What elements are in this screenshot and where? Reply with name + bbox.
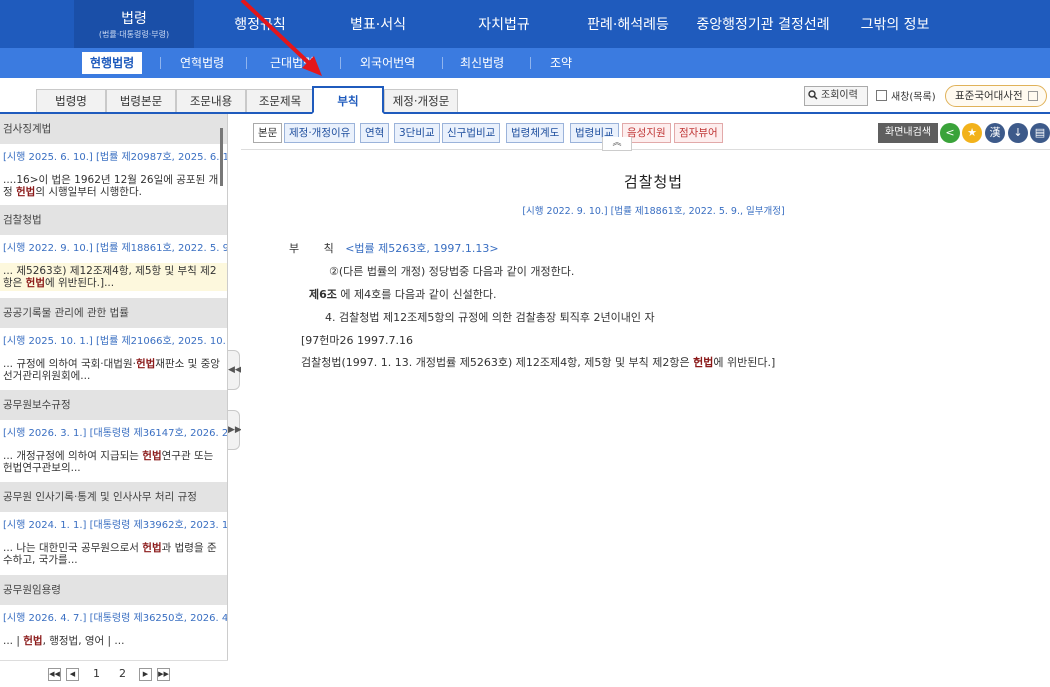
first-page-button[interactable]: ◀◀	[48, 668, 61, 681]
result-meta[interactable]: [시행 2026. 4. 7.] [대통령령 제36250호, 2026. 4	[0, 605, 227, 633]
print-icon[interactable]: ▤	[1030, 123, 1050, 143]
nav-laws-label: 법령	[121, 11, 147, 27]
nav-forms[interactable]: 별표·서식	[338, 0, 418, 48]
tab-law-body[interactable]: 법령본문	[106, 89, 176, 113]
result-title[interactable]: 공공기록물 관리에 관한 법률	[0, 298, 227, 328]
dictionary-label: 표준국어대사전	[955, 90, 1023, 102]
result-title[interactable]: 공무원보수규정	[0, 390, 227, 420]
tab-article-title[interactable]: 조문제목	[246, 89, 314, 113]
share-icon[interactable]: <	[940, 123, 960, 143]
result-meta[interactable]: [시행 2025. 10. 1.] [법률 제21066호, 2025. 10.…	[0, 328, 227, 356]
result-meta[interactable]: [시행 2022. 9. 10.] [법률 제18861호, 2022. 5. …	[0, 235, 227, 263]
result-list: 검사징계법 [시행 2025. 6. 10.] [법률 제20987호, 202…	[0, 114, 228, 687]
list-item[interactable]: 공무원 인사기록·통계 및 인사사무 처리 규정 [시행 2024. 1. 1.…	[0, 482, 227, 568]
external-link-icon	[1028, 91, 1038, 101]
new-window-checkbox[interactable]: 새창(목록)	[876, 88, 936, 103]
subnav-divider	[160, 57, 161, 69]
dictionary-button[interactable]: 표준국어대사전	[945, 85, 1047, 107]
download-icon[interactable]: ↓	[1008, 123, 1028, 143]
result-snippet[interactable]: ....16>이 법은 1962년 12월 26일에 공포된 개정 헌법의 시행…	[0, 172, 227, 200]
document-view: 검찰청법 [시행 2022. 9. 10.] [법률 제18861호, 2022…	[241, 151, 1050, 687]
result-title[interactable]: 공무원임용령	[0, 575, 227, 605]
tab-law-name[interactable]: 법령명	[36, 89, 106, 113]
nav-precedents[interactable]: 판례·해석례등	[578, 0, 678, 48]
braille-viewer-button[interactable]: 점자뷰어	[674, 123, 723, 143]
document-meta: [시행 2022. 9. 10.] [법률 제18861호, 2022. 5. …	[522, 206, 785, 217]
nav-other-info[interactable]: 그밖의 정보	[852, 0, 938, 48]
top-navigation: 법령 (법률·대통령령·부령) 행정규칙 별표·서식 자치법규 판례·해석례등 …	[0, 0, 1050, 48]
result-snippet-selected[interactable]: ... 제5263호) 제12조제4항, 제5항 및 부칙 제2항은 헌법에 위…	[0, 263, 227, 291]
new-window-label: 새창(목록)	[891, 92, 936, 103]
subnav-divider	[246, 57, 247, 69]
law-system-button[interactable]: 법령체계도	[506, 123, 565, 143]
subnav-divider	[530, 57, 531, 69]
collapse-panel-handle[interactable]: ◀◀	[228, 350, 242, 390]
page-2[interactable]: 2	[119, 667, 126, 680]
expand-panel-handle[interactable]: ▶▶	[228, 410, 242, 450]
subnav-divider	[340, 57, 341, 69]
subnav-historical-laws[interactable]: 연혁법령	[172, 52, 232, 74]
result-title[interactable]: 공무원 인사기록·통계 및 인사사무 처리 규정	[0, 482, 227, 512]
result-snippet[interactable]: ... | 헌법, 행정법, 영어 | ...	[0, 633, 227, 661]
subnav-treaties[interactable]: 조약	[542, 52, 580, 74]
sub-navigation: 현행법령 연혁법령 근대법령 외국어번역 최신법령 조약	[0, 48, 1050, 78]
reason-button[interactable]: 제정·개정이유	[284, 123, 356, 143]
screen-search-button[interactable]: 화면내검색	[878, 123, 938, 143]
nav-laws[interactable]: 법령 (법률·대통령령·부령)	[74, 0, 194, 48]
document-title: 검찰청법	[623, 173, 684, 191]
tab-article-content[interactable]: 조문내용	[176, 89, 246, 113]
next-page-button[interactable]: ▶	[139, 668, 152, 681]
page-1[interactable]: 1	[93, 667, 100, 680]
nav-local-laws[interactable]: 자치법규	[464, 0, 544, 48]
subnav-latest-laws[interactable]: 최신법령	[452, 52, 512, 74]
history-label: 조회이력	[821, 90, 858, 101]
result-title[interactable]: 검찰청법	[0, 205, 227, 235]
checkbox-box[interactable]	[876, 90, 887, 101]
tab-amendments[interactable]: 제정·개정문	[384, 89, 458, 113]
subnav-current-laws[interactable]: 현행법령	[82, 52, 143, 74]
result-snippet[interactable]: ... 개정규정에 의하여 지급되는 헌법연구관 또는 헌법연구관보의...	[0, 448, 227, 476]
nav-agency-decisions[interactable]: 중앙행정기관 결정선례	[690, 0, 836, 48]
subnav-modern-laws[interactable]: 근대법령	[262, 52, 322, 74]
star-icon[interactable]: ★	[962, 123, 982, 143]
pagination: ◀◀ ◀ 1 2 ▶ ▶▶	[0, 660, 228, 687]
list-item[interactable]: 검찰청법 [시행 2022. 9. 10.] [법률 제18861호, 2022…	[0, 205, 227, 291]
list-item[interactable]: 공무원임용령 [시행 2026. 4. 7.] [대통령령 제36250호, 2…	[0, 575, 227, 661]
addendum-line: 4. 검찰청법 제12조제5항의 규정에 의한 검찰총장 퇴직후 2년이내인 자	[325, 311, 655, 324]
nav-laws-sublabel: (법률·대통령령·부령)	[98, 30, 170, 39]
subnav-translations[interactable]: 외국어번역	[352, 52, 423, 74]
toolbar-collapse-toggle[interactable]: ︽	[602, 137, 632, 151]
result-snippet[interactable]: ... 나는 대한민국 공무원으로서 헌법과 법령을 준수하고, 국가를...	[0, 540, 227, 568]
addendum-line: 제6조 에 제4호를 다음과 같이 신설한다.	[309, 288, 497, 301]
addendum-line: 검찰청법(1997. 1. 13. 개정법률 제5263호) 제12조제4항, …	[301, 356, 776, 369]
list-item[interactable]: 공무원보수규정 [시행 2026. 3. 1.] [대통령령 제36147호, …	[0, 390, 227, 476]
old-new-compare-button[interactable]: 신구법비교	[442, 123, 501, 143]
subnav-divider	[442, 57, 443, 69]
result-meta[interactable]: [시행 2024. 1. 1.] [대통령령 제33962호, 2023. 1	[0, 512, 227, 540]
hanja-icon[interactable]: 漢	[985, 123, 1005, 143]
prev-page-button[interactable]: ◀	[66, 668, 79, 681]
addendum-line: ②(다른 법률의 개정) 정당법중 다음과 같이 개정한다.	[329, 265, 575, 278]
three-compare-button[interactable]: 3단비교	[394, 123, 440, 143]
addendum-line: [97헌마26 1997.7.16	[301, 334, 414, 347]
body-button[interactable]: 본문	[253, 123, 283, 143]
result-snippet[interactable]: ... 규정에 의하여 국회·대법원·헌법재판소 및 중앙선거관리위원회에...	[0, 356, 227, 384]
tab-addenda[interactable]: 부칙	[312, 86, 384, 114]
nav-admin-rules[interactable]: 행정규칙	[220, 0, 300, 48]
search-icon	[808, 90, 818, 100]
last-page-button[interactable]: ▶▶	[157, 668, 170, 681]
history-tab-button[interactable]: 연혁	[360, 123, 390, 143]
list-item[interactable]: 검사징계법 [시행 2025. 6. 10.] [법률 제20987호, 202…	[0, 114, 227, 200]
list-item[interactable]: 공공기록물 관리에 관한 법률 [시행 2025. 10. 1.] [법률 제2…	[0, 298, 227, 384]
result-title[interactable]: 검사징계법	[0, 114, 227, 144]
result-meta[interactable]: [시행 2025. 6. 10.] [법률 제20987호, 2025. 6. …	[0, 144, 227, 172]
result-meta[interactable]: [시행 2026. 3. 1.] [대통령령 제36147호, 2026. 2	[0, 420, 227, 448]
history-button[interactable]: 조회이력	[804, 86, 868, 106]
list-scrollbar[interactable]	[220, 128, 223, 186]
addendum-heading: 부 칙 <법률 제5263호, 1997.1.13>	[289, 242, 499, 255]
